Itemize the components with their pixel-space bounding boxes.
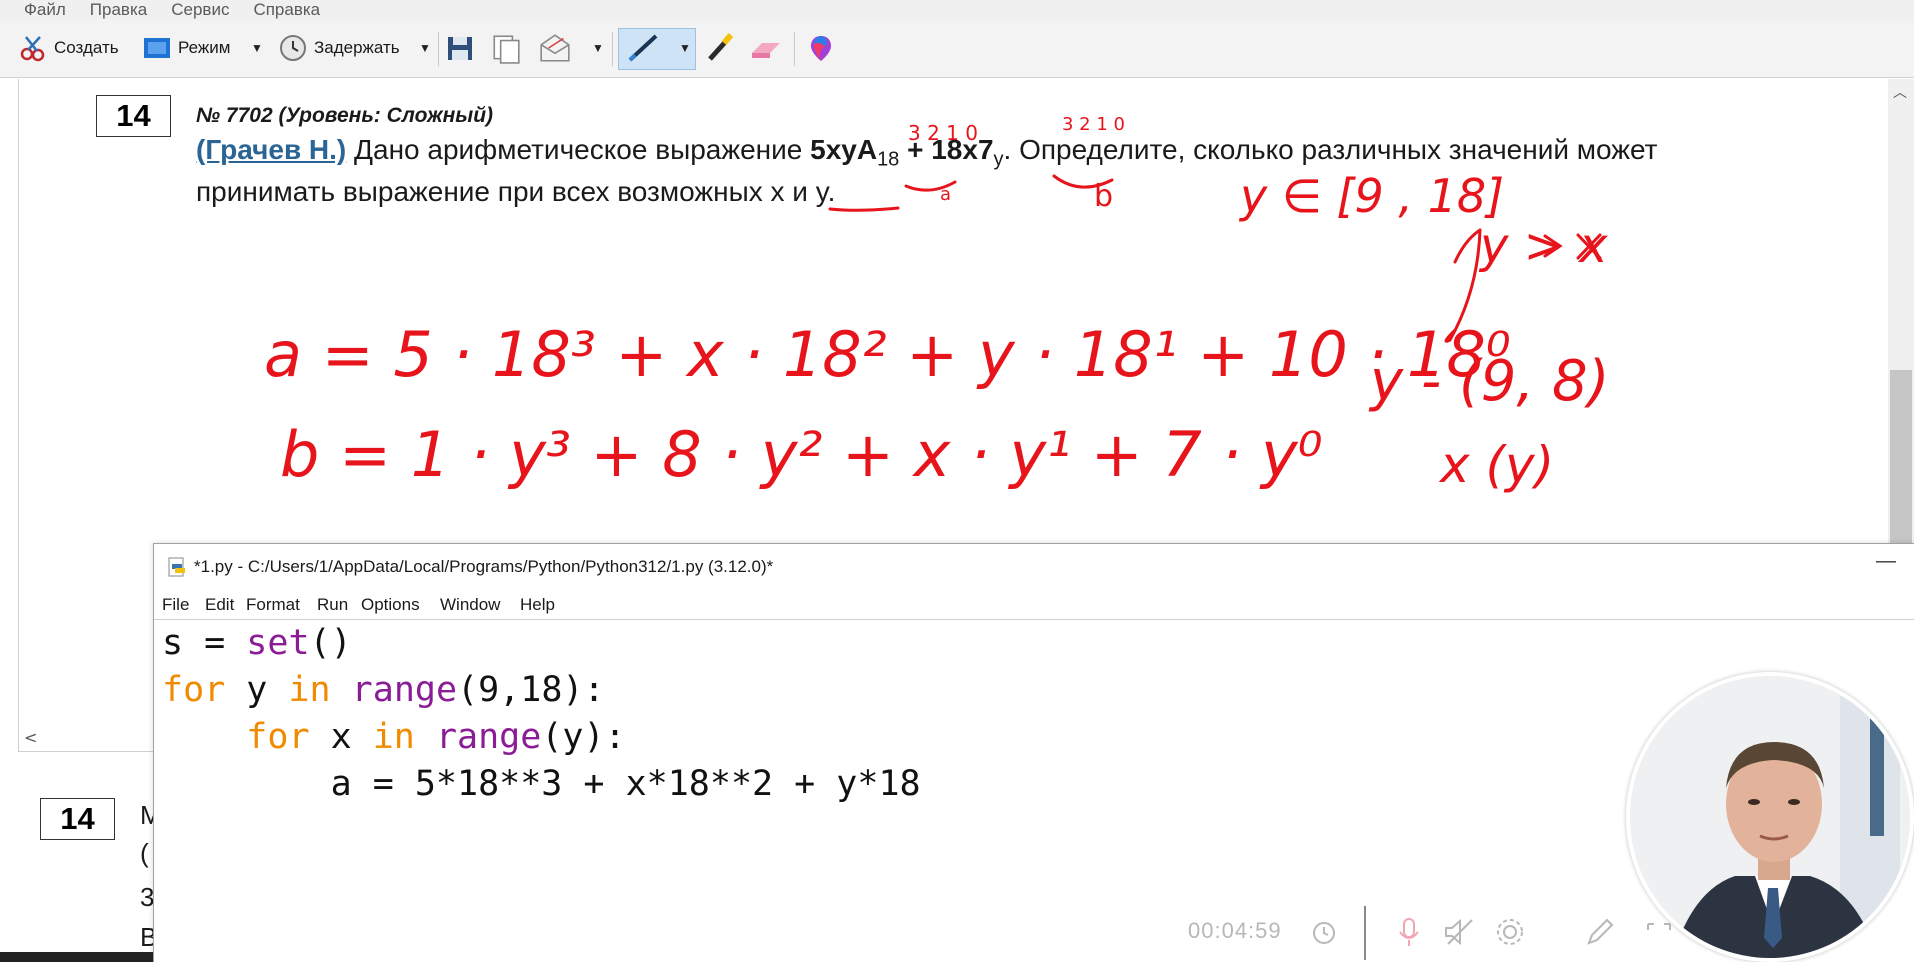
- send-dropdown-arrow[interactable]: ▼: [592, 30, 604, 66]
- save-icon[interactable]: [445, 30, 475, 66]
- text-before: Дано арифметическое выражение: [346, 134, 811, 165]
- code-line-3: for x in range(y):: [246, 717, 626, 757]
- plus-sign: +: [899, 134, 932, 165]
- idle-menu-help[interactable]: Help: [520, 595, 555, 615]
- question-title: № 7702 (Уровень: Сложный): [196, 104, 494, 127]
- pen-dropdown-arrow[interactable]: ▼: [679, 30, 691, 66]
- taskbar-edge: [0, 952, 153, 962]
- idle-menubar: File Edit Format Run Options Window Help: [154, 590, 1914, 620]
- delay-button[interactable]: Задержать: [278, 30, 400, 66]
- create-label: Создать: [54, 38, 119, 57]
- code-line-2: for y in range(9,18):: [162, 670, 605, 710]
- speaker-muted-icon[interactable]: [1442, 916, 1476, 948]
- idle-menu-edit[interactable]: Edit: [205, 595, 234, 615]
- mode-dropdown-arrow[interactable]: ▼: [251, 30, 263, 66]
- screen-mode-icon: [144, 38, 170, 58]
- python-file-icon: [168, 557, 185, 577]
- app-toolbar: Создать Режим ▼ Задержать ▼ ▼ ▼: [0, 20, 1914, 78]
- menu-edit[interactable]: Правка: [90, 0, 147, 20]
- author-link[interactable]: (Грачев Н.): [196, 134, 346, 165]
- code-line-4: a = 5*18**3 + x*18**2 + y*18: [162, 764, 921, 804]
- text-after: . Определите, сколько различных значений…: [1003, 134, 1658, 165]
- eraser-icon[interactable]: [748, 30, 782, 66]
- second-question-number-box: 14: [40, 798, 115, 840]
- idle-window-title: *1.py - C:/Users/1/AppData/Local/Program…: [194, 557, 774, 576]
- expression-1: 5xyA: [810, 134, 878, 165]
- delay-label: Задержать: [314, 38, 400, 57]
- clock-icon: [280, 35, 306, 61]
- webcam-overlay[interactable]: [1626, 672, 1914, 962]
- idle-titlebar[interactable]: *1.py - C:/Users/1/AppData/Local/Program…: [154, 544, 1914, 590]
- minimize-icon[interactable]: —: [1876, 550, 1896, 573]
- question-number-box: 14: [96, 95, 171, 137]
- question-text-line-2: принимать выражение при всех возможных x…: [196, 176, 835, 208]
- pen-icon[interactable]: [626, 30, 662, 66]
- toolbar-separator: [612, 32, 613, 66]
- base-1: 18: [877, 148, 900, 171]
- toolbar-separator: [794, 32, 795, 66]
- recording-timer: 00:04:59: [1188, 918, 1282, 943]
- create-button[interactable]: Создать: [18, 30, 119, 66]
- idle-menu-run[interactable]: Run: [317, 595, 348, 615]
- document-scrollbar-thumb[interactable]: [1890, 370, 1912, 550]
- menu-help[interactable]: Справка: [253, 0, 320, 20]
- question-text-line-1: (Грачев Н.) Дано арифметическое выражени…: [196, 134, 1896, 172]
- send-email-icon[interactable]: [538, 30, 572, 66]
- scroll-up-icon[interactable]: ︿: [1893, 82, 1907, 102]
- expression-2: 18x7: [931, 134, 994, 165]
- line2-vars: x и y: [770, 176, 828, 207]
- base-2: y: [993, 148, 1004, 171]
- menu-service[interactable]: Сервис: [171, 0, 229, 20]
- mode-label: Режим: [178, 38, 231, 57]
- line2-end: .: [827, 176, 836, 207]
- recorder-separator: [1364, 906, 1366, 960]
- mode-button[interactable]: Режим: [142, 30, 230, 66]
- microphone-icon[interactable]: [1394, 916, 1424, 948]
- second-question-fragment: (: [140, 838, 149, 868]
- scroll-left-icon[interactable]: <: [24, 728, 37, 747]
- app-menubar: Файл Правка Сервис Справка: [0, 0, 1914, 20]
- idle-menu-options[interactable]: Options: [361, 595, 420, 615]
- idle-menu-format[interactable]: Format: [246, 595, 300, 615]
- toolbar-separator: [438, 32, 439, 66]
- idle-menu-file[interactable]: File: [162, 595, 189, 615]
- line2-text: принимать выражение при всех возможных: [196, 176, 771, 207]
- highlighter-icon[interactable]: [704, 30, 736, 66]
- presenter-avatar: [1630, 676, 1910, 958]
- menu-file[interactable]: Файл: [24, 0, 66, 20]
- timer-icon[interactable]: [1310, 918, 1338, 946]
- idle-menu-window[interactable]: Window: [440, 595, 500, 615]
- scissors-icon: [20, 36, 45, 62]
- color-picker-icon[interactable]: [806, 30, 836, 66]
- code-line-1: s = set(): [162, 623, 352, 663]
- code-editor[interactable]: s = set() for y in range(9,18): for x in …: [162, 620, 921, 808]
- settings-gear-icon[interactable]: [1494, 916, 1526, 948]
- draw-pencil-icon[interactable]: [1584, 916, 1616, 948]
- copy-icon[interactable]: [490, 30, 522, 66]
- delay-dropdown-arrow[interactable]: ▼: [419, 30, 431, 66]
